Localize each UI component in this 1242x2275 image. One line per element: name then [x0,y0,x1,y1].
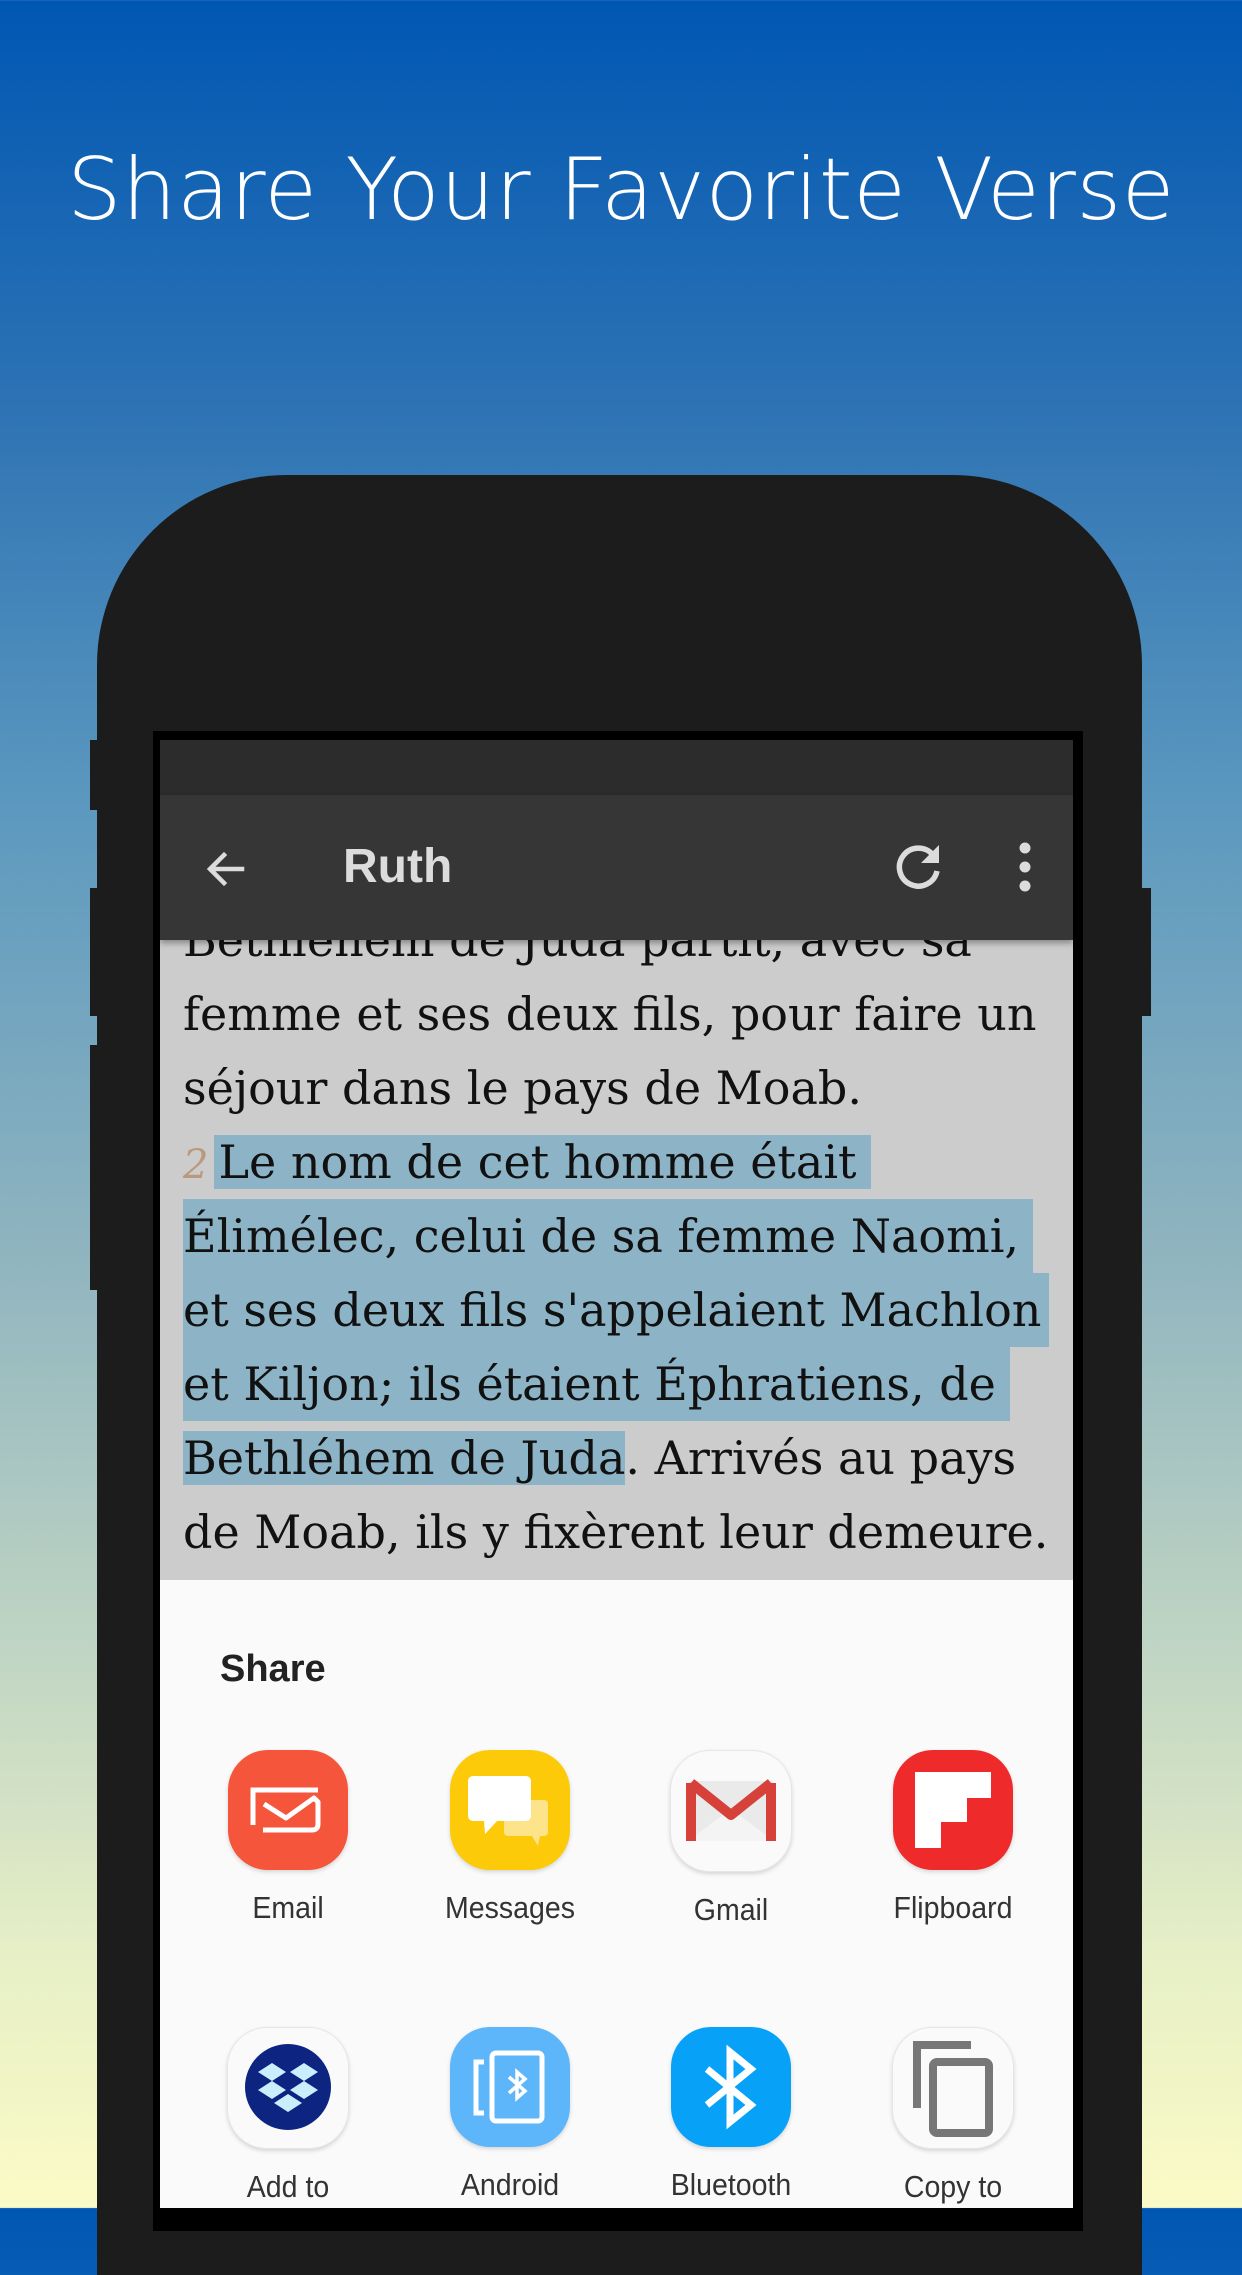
share-target-label: Add to [246,2169,330,2204]
verse-text: de Moab, ils y fixèrent leur demeure. [183,1505,1049,1559]
book-title: Ruth [343,840,453,893]
verse-text: . Arrivés au pays [625,1431,1017,1485]
status-bar [160,740,1073,795]
more-vert-icon [1019,842,1031,892]
share-target-label: Messages [444,1890,575,1925]
back-button[interactable] [202,845,250,893]
gmail-icon [670,1750,792,1872]
verse-line: Bethléhem de Juda. Arrivés au pays [183,1421,1016,1495]
share-target-copy-to[interactable]: Copy to [842,2027,1064,2205]
selected-verse-text: Élimélec, celui de sa femme Naomi, [183,1209,1020,1263]
share-target-email[interactable]: Email [177,1750,399,1926]
share-target-label: Email [252,1890,324,1925]
share-target-bluetooth[interactable]: Bluetooth [620,2027,842,2203]
selected-verse-line[interactable]: et Kiljon; ils étaient Éphratiens, de [183,1347,1010,1421]
verse-line: 2 Le nom de cet homme était [183,1125,871,1199]
share-target-label: Copy to [903,2169,1003,2204]
selected-verse-text: et ses deux fils s'appelaient Machlon [183,1283,1042,1337]
share-target-dropbox[interactable]: Add to [177,2027,399,2205]
copy-icon [892,2027,1014,2149]
selected-verse-text: et Kiljon; ils étaient Éphratiens, de [183,1357,996,1411]
share-target-label: Gmail [693,1892,769,1927]
phone-side-button [90,740,98,810]
share-target-android-beam[interactable]: Android [399,2027,621,2203]
android-beam-icon [450,2027,570,2147]
verse-number: 2 [183,1142,209,1188]
phone-volume-down-button [90,1045,98,1290]
share-sheet: Share Email Messages Gmail Flipboard Add… [160,1580,1073,2208]
share-target-messages[interactable]: Messages [399,1750,621,1926]
selected-verse-line[interactable]: et ses deux fils s'appelaient Machlon [183,1273,1050,1347]
bluetooth-icon [671,2027,791,2147]
phone-screen: Ruth dans le pays. Un homme de Bethléhem… [160,740,1073,2208]
more-options-button[interactable] [1010,839,1040,895]
headline: Share Your Favorite Verse [66,140,1176,240]
email-icon [228,1750,348,1870]
phone-power-button [1141,888,1151,1016]
share-target-gmail[interactable]: Gmail [620,1750,842,1928]
app-bar: Ruth [160,795,1073,940]
messages-icon [450,1750,570,1870]
share-target-label: Bluetooth [670,2167,792,2202]
refresh-icon [896,845,940,889]
share-sheet-title: Share [220,1648,326,1690]
share-target-flipboard[interactable]: Flipboard [842,1750,1064,1926]
selected-verse-text[interactable]: Bethléhem de Juda [183,1431,626,1485]
selected-verse-line[interactable]: Élimélec, celui de sa femme Naomi, [183,1199,1034,1273]
verse-line: séjour dans le pays de Moab. [183,1051,862,1125]
selected-verse-text[interactable]: Le nom de cet homme était [214,1135,871,1189]
share-target-label: Android [460,2167,560,2202]
flipboard-icon [893,1750,1013,1870]
phone-volume-up-button [90,888,98,1016]
verse-text: séjour dans le pays de Moab. [183,1061,862,1115]
verse-line: femme et ses deux fils, pour faire un [183,977,1036,1051]
verse-line: de Moab, ils y fixèrent leur demeure. [183,1495,1048,1569]
dropbox-icon [227,2027,349,2149]
refresh-button[interactable] [893,841,945,893]
arrow-left-icon [206,851,245,887]
verse-text: femme et ses deux fils, pour faire un [183,987,1037,1041]
share-target-label: Flipboard [893,1890,1013,1925]
